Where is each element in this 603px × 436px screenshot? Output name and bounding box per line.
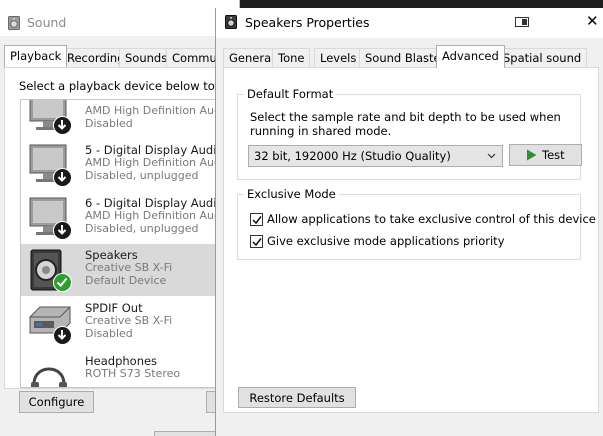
sound-window-title: Sound [27,15,67,30]
close-icon[interactable]: ✕ [586,14,599,29]
headphones-icon [31,367,67,387]
playback-panel: Select a playback device below to mod AM… [4,67,244,389]
ok-button-partial[interactable] [154,431,220,436]
exclusive-priority-label: Give exclusive mode applications priorit… [267,234,505,248]
checkmark-icon [252,238,262,247]
exclusive-priority-checkbox[interactable] [250,235,263,248]
exclusive-mode-group: Exclusive Mode Allow applications to tak… [237,187,596,260]
test-button-label: Test [542,148,565,162]
restore-defaults-button[interactable]: Restore Defaults [238,387,356,408]
disabled-arrow-icon [53,116,72,135]
device-name: Headphones [85,354,158,368]
sound-titlebar[interactable]: Sound [0,8,240,36]
device-driver: Creative SB X-Fi [85,261,173,274]
device-driver: AMD High Definition Aud [85,156,222,169]
default-format-label: Default Format [244,87,337,101]
dialog-title: Speakers Properties [245,15,370,30]
dialog-body: General Tone Levels Sound Blaster Advanc… [216,38,603,436]
disabled-arrow-icon [53,168,72,187]
default-format-description: Select the sample rate and bit depth to … [250,110,561,138]
dialog-titlebar[interactable]: Speakers Properties ✕ [216,8,603,38]
tab-levels[interactable]: Levels [314,48,363,67]
default-format-group: Default Format Select the sample rate an… [237,87,582,180]
device-driver: AMD High Definition Aud [85,104,222,117]
context-help-icon[interactable] [515,17,529,27]
device-status: Disabled [85,117,133,130]
disabled-arrow-icon [53,221,72,240]
playback-instruction: Select a playback device below to mod [19,79,245,93]
play-icon [527,149,537,161]
default-check-icon [53,273,72,292]
tab-spatial-sound[interactable]: Spatial sound [497,48,588,67]
device-name: 6 - Digital Display Audio [85,196,224,210]
speaker-app-icon [225,15,237,29]
chevron-down-icon [487,153,496,159]
speakers-properties-dialog: Speakers Properties ✕ General Tone Level… [215,8,603,436]
checkmark-icon [252,216,262,225]
list-item-speakers[interactable]: Speakers Creative SB X-Fi Default Device [21,244,241,296]
tab-playback[interactable]: Playback [4,45,68,67]
device-status: Disabled, unplugged [85,169,199,182]
device-status: Default Device [85,274,167,287]
list-item-digital-display-5[interactable]: 5 - Digital Display Audio AMD High Defin… [21,139,241,191]
list-item-amd-hdmi[interactable]: AMD High Definition Aud Disabled [21,100,241,139]
list-item-digital-display-6[interactable]: 6 - Digital Display Audio AMD High Defin… [21,192,241,244]
sound-window: Sound Playback Recording Sounds Commun S… [0,0,244,436]
disabled-arrow-icon [53,326,72,345]
device-driver: ROTH S73 Stereo [85,367,181,380]
tab-tone[interactable]: Tone [272,48,311,67]
device-status: Disabled, unplugged [85,222,199,235]
playback-device-list[interactable]: AMD High Definition Aud Disabled 5 - Dig… [20,99,241,388]
device-status: Disabled [85,327,133,340]
device-name: SPDIF Out [85,301,143,315]
allow-exclusive-checkbox[interactable] [250,213,263,226]
allow-exclusive-label: Allow applications to take exclusive con… [267,212,596,226]
list-item-headphones[interactable]: Headphones ROTH S73 Stereo [21,350,241,387]
device-driver: AMD High Definition Aud [85,209,222,222]
speaker-app-icon [8,16,20,30]
device-driver: Creative SB X-Fi [85,314,173,327]
exclusive-mode-label: Exclusive Mode [244,187,339,201]
test-button[interactable]: Test [509,144,582,166]
device-name: 5 - Digital Display Audio [85,143,224,157]
format-select-value: 32 bit, 192000 Hz (Studio Quality) [254,149,451,163]
format-select[interactable]: 32 bit, 192000 Hz (Studio Quality) [248,145,503,167]
configure-button[interactable]: Configure [19,391,94,413]
tab-advanced[interactable]: Advanced [436,45,505,68]
sound-window-body: Playback Recording Sounds Commun Select … [0,36,244,436]
advanced-panel: Default Format Select the sample rate an… [223,67,599,413]
device-name: Speakers [85,248,138,262]
list-item-spdif-out[interactable]: SPDIF Out Creative SB X-Fi Disabled [21,297,241,349]
